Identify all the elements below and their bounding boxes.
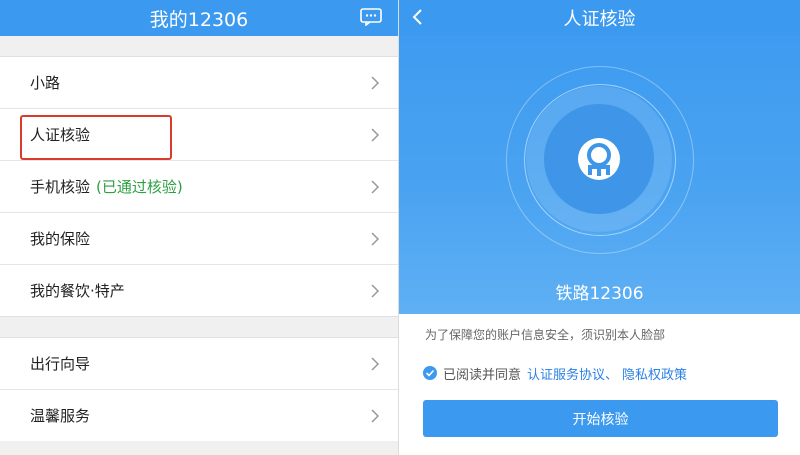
- service-agreement-link[interactable]: 认证服务协议、: [527, 364, 618, 383]
- face-verification-panel: 人证核验 铁路12306 为了保障您的账户信息安全，须识别本人脸部 已阅读并同意…: [399, 0, 800, 455]
- right-header: 人证核验: [399, 0, 800, 36]
- menu-item-label: 小路: [30, 74, 61, 92]
- menu-item-label: 我的餐饮·特产: [30, 282, 125, 300]
- chevron-right-icon: [371, 179, 380, 194]
- chevron-right-icon: [371, 408, 380, 423]
- menu-item-insurance[interactable]: 我的保险: [0, 213, 398, 265]
- left-title: 我的12306: [149, 8, 249, 31]
- section-gap: [0, 316, 398, 338]
- security-notice: 为了保障您的账户信息安全，须识别本人脸部: [425, 328, 666, 342]
- chevron-right-icon: [371, 231, 380, 246]
- menu-group-service: 出行向导 温馨服务: [0, 338, 398, 441]
- menu-item-face-verification[interactable]: 人证核验: [0, 109, 398, 161]
- brand-name: 铁路12306: [555, 284, 644, 304]
- menu-item-label: 我的保险: [30, 230, 91, 248]
- privacy-policy-link[interactable]: 隐私权政策: [622, 364, 687, 383]
- menu-group-account: 小路 人证核验 手机核验 (已通过核验) 我的保险 我的餐饮·特产: [0, 57, 398, 316]
- checkbox-checked-icon[interactable]: [423, 366, 437, 380]
- agreement-row: 已阅读并同意 认证服务协议、 隐私权政策: [399, 358, 800, 388]
- railway-logo-icon: [578, 138, 620, 180]
- highlight-box: [20, 115, 172, 160]
- menu-item-label: 手机核验: [30, 178, 91, 196]
- hero-banner: 铁路12306: [399, 36, 800, 314]
- menu-item-label: 出行向导: [30, 355, 91, 373]
- right-title: 人证核验: [563, 9, 636, 30]
- menu-item-catering[interactable]: 我的餐饮·特产: [0, 265, 398, 316]
- section-gap: [0, 36, 398, 57]
- verified-status: (已通过核验): [96, 178, 183, 196]
- start-verification-button[interactable]: 开始核验: [423, 400, 778, 437]
- back-icon[interactable]: [407, 6, 429, 28]
- agree-text: 已阅读并同意: [443, 367, 522, 383]
- chevron-right-icon: [371, 356, 380, 371]
- menu-item-warm-service[interactable]: 温馨服务: [0, 390, 398, 441]
- left-header: 我的12306: [0, 0, 398, 36]
- menu-item-travel-guide[interactable]: 出行向导: [0, 338, 398, 390]
- my-12306-panel: 我的12306 小路 人证核验 手机核验 (已通过核验) 我的保险 我的餐饮·特…: [0, 0, 399, 455]
- message-icon[interactable]: [360, 8, 382, 26]
- chevron-right-icon: [371, 283, 380, 298]
- menu-item-phone-verification[interactable]: 手机核验 (已通过核验): [0, 161, 398, 213]
- chevron-right-icon: [371, 75, 380, 90]
- app-screen: 我的12306 小路 人证核验 手机核验 (已通过核验) 我的保险 我的餐饮·特…: [0, 0, 800, 455]
- menu-item-label: 温馨服务: [30, 407, 91, 425]
- chevron-right-icon: [371, 127, 380, 142]
- menu-item-xiaolu[interactable]: 小路: [0, 57, 398, 109]
